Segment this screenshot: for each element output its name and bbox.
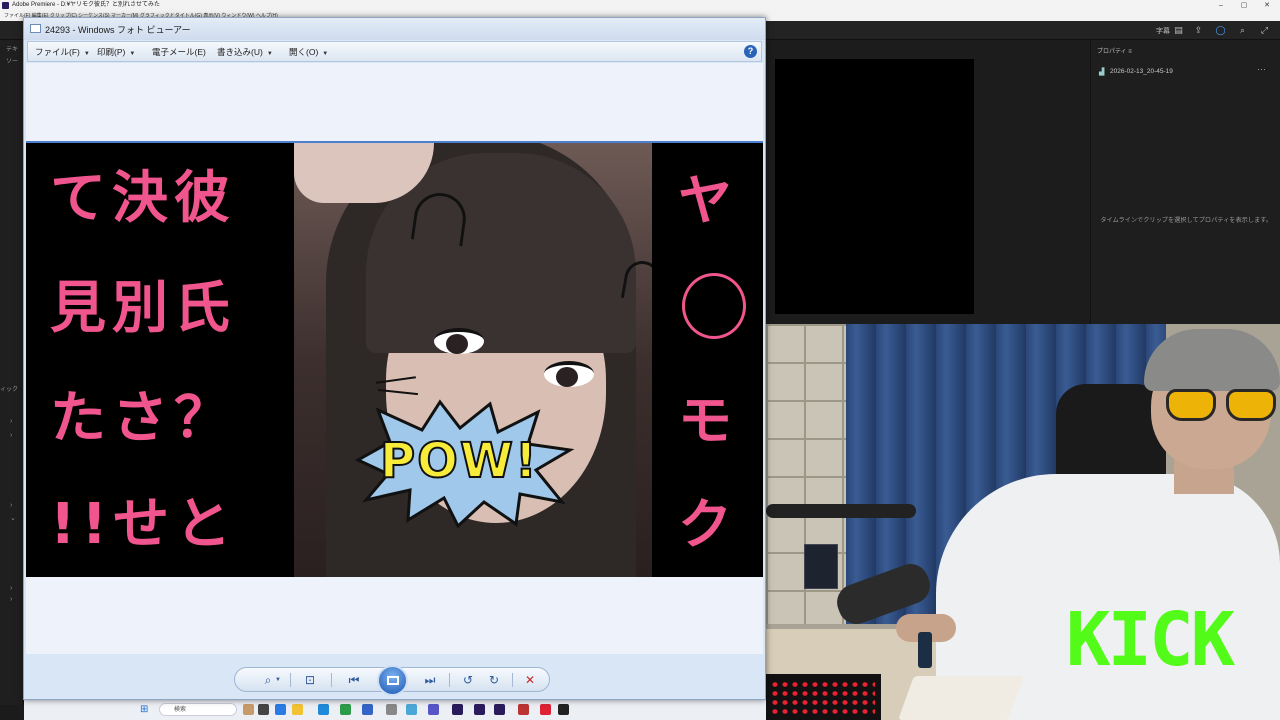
separator: [290, 673, 291, 687]
photo-canvas: て決彼 見別氏 たさ？ !!せと ヤ モ ク POW!: [26, 63, 763, 654]
displayed-photo[interactable]: て決彼 見別氏 たさ？ !!せと ヤ モ ク POW!: [26, 141, 763, 577]
separator: [449, 673, 450, 687]
left-panel-label: ソー: [6, 59, 19, 65]
close-window-icon[interactable]: ✕: [1256, 0, 1278, 11]
mic-arm: [766, 504, 916, 518]
chevron-down-icon: ▼: [322, 51, 329, 57]
drawn-circle: [682, 273, 746, 339]
clip-name: 2026-02-13_20-45-19: [1110, 68, 1173, 75]
chevron-down-icon: ▼: [83, 51, 90, 57]
menu-burn[interactable]: 書き込み(U) ▼: [217, 46, 273, 58]
properties-empty-message: タイムラインでクリップを選択してプロパティを表示します。: [1100, 217, 1272, 224]
chevron-down-icon: ▼: [129, 51, 136, 57]
taskbar-app-icon[interactable]: [428, 704, 439, 715]
chevron-down-icon: ▼: [266, 51, 273, 57]
separator: [331, 673, 332, 687]
panel-icon[interactable]: ▤: [1173, 25, 1184, 36]
export-icon[interactable]: ⇪: [1193, 25, 1204, 36]
delete-icon[interactable]: ✕: [519, 672, 541, 688]
photo-viewer-window: 24293 - Windows フォト ビューアー ファイル(F) ▼ 印刷(P)…: [23, 17, 766, 700]
properties-title: プロパティ ≡: [1097, 49, 1132, 55]
rotate-cw-icon[interactable]: ↻: [483, 672, 505, 688]
taskbar: ⊞ 検索: [24, 700, 766, 720]
caption-line: 見別氏: [50, 276, 236, 341]
after-effects-taskbar-icon[interactable]: [494, 704, 505, 715]
menu-email[interactable]: 電子メール(E): [152, 46, 206, 58]
more-options-icon[interactable]: ···: [1257, 64, 1266, 74]
premiere-app-icon: [2, 2, 9, 9]
chevron-right-icon[interactable]: ›: [10, 502, 12, 509]
chevron-right-icon[interactable]: ›: [10, 585, 12, 592]
photo-viewer-menubar: ファイル(F) ▼ 印刷(P) ▼ 電子メール(E) 書き込み(U) ▼ 開く(O) ▼…: [27, 41, 762, 62]
caption-left-panel: て決彼 見別氏 たさ？ !!せと: [26, 143, 294, 577]
premiere-window-title: Adobe Premiere - D:¥ヤリモク彼氏？と別れさせてみた: [12, 2, 161, 8]
drink-can: [918, 632, 932, 668]
taskbar-app-icon[interactable]: [318, 704, 329, 715]
taskbar-app-icon[interactable]: [292, 704, 303, 715]
minimize-icon[interactable]: –: [1210, 0, 1232, 11]
taskbar-search[interactable]: 検索: [159, 703, 237, 716]
help-icon[interactable]: ?: [744, 45, 757, 58]
maximize-icon[interactable]: ▢: [1233, 0, 1255, 11]
caption-line: て決彼: [50, 166, 236, 231]
taskbar-app-icon[interactable]: [243, 704, 254, 715]
photo-viewer-titlebar[interactable]: 24293 - Windows フォト ビューアー: [24, 18, 765, 40]
taskbar-app-icon[interactable]: [558, 704, 569, 715]
fullscreen-icon[interactable]: ⤢: [1259, 25, 1270, 36]
premiere-titlebar: Adobe Premiere - D:¥ヤリモク彼氏？と別れさせてみた – ▢ …: [0, 0, 1280, 11]
menu-open[interactable]: 開く(O) ▼: [289, 46, 328, 58]
captions-label[interactable]: 字幕: [1156, 26, 1170, 36]
slideshow-icon: [387, 676, 399, 685]
caption-char: モ: [678, 389, 738, 452]
chevron-right-icon[interactable]: ›: [10, 596, 12, 603]
separator: [512, 673, 513, 687]
keyboard-lights: [770, 680, 875, 714]
menu-print[interactable]: 印刷(P) ▼: [97, 46, 135, 58]
taskbar-app-icon[interactable]: [258, 704, 269, 715]
caption-char: ク: [678, 493, 738, 556]
pow-text: POW!: [379, 432, 539, 490]
photo-eye: [434, 328, 484, 354]
chevron-down-icon[interactable]: ▼: [273, 672, 283, 688]
game-box: [804, 544, 838, 589]
start-icon[interactable]: ⊞: [140, 704, 148, 715]
left-panel-label: テキ: [6, 47, 19, 53]
sync-icon[interactable]: ◯: [1215, 25, 1226, 36]
photo-viewer-app-icon: [30, 24, 41, 33]
taskbar-app-icon[interactable]: [540, 704, 551, 715]
slideshow-button[interactable]: [377, 665, 408, 696]
kick-logo: KICK: [1066, 597, 1235, 683]
menu-file[interactable]: ファイル(F) ▼: [35, 46, 90, 58]
chevron-right-icon[interactable]: ›: [10, 418, 12, 425]
taskbar-app-icon[interactable]: [362, 704, 373, 715]
taskbar-app-icon[interactable]: [275, 704, 286, 715]
white-keyboard: [897, 676, 1025, 720]
left-panel: テキ ソー ィック › › › ⌄ › ›: [0, 40, 24, 705]
photo-viewer-controls: ⌕ ▼ ⊡ ⏮ ⏭ ↺ ↻ ✕: [234, 665, 550, 696]
premiere-taskbar-icon[interactable]: [474, 704, 485, 715]
caption-line: たさ？: [50, 386, 236, 451]
caption-line: !!せと: [50, 492, 238, 557]
photo-eye: [544, 361, 594, 387]
taskbar-app-icon[interactable]: [340, 704, 351, 715]
properties-panel: プロパティ ≡ ▟ 2026-02-13_20-45-19 ··· タイムライン…: [1090, 40, 1280, 324]
previous-icon[interactable]: ⏮: [343, 672, 365, 688]
taskbar-app-icon[interactable]: [386, 704, 397, 715]
actual-size-icon[interactable]: ⊡: [299, 672, 321, 688]
chevron-down-icon[interactable]: ⌄: [10, 514, 16, 522]
chevron-right-icon[interactable]: ›: [10, 432, 12, 439]
taskbar-app-icon[interactable]: [406, 704, 417, 715]
program-monitor[interactable]: [775, 59, 974, 314]
clip-icon: ▟: [1099, 69, 1105, 76]
premiere-taskbar-icon[interactable]: [452, 704, 463, 715]
search-icon[interactable]: ⌕: [1237, 25, 1248, 36]
left-panel-label: ィック: [0, 387, 19, 393]
taskbar-app-icon[interactable]: [518, 704, 529, 715]
photo-viewer-title: 24293 - Windows フォト ビューアー: [45, 25, 191, 35]
rotate-ccw-icon[interactable]: ↺: [457, 672, 479, 688]
yellow-glasses: [1166, 389, 1280, 425]
caption-char: ヤ: [678, 169, 738, 232]
caption-right-panel: ヤ モ ク: [652, 143, 763, 577]
next-icon[interactable]: ⏭: [419, 672, 441, 688]
